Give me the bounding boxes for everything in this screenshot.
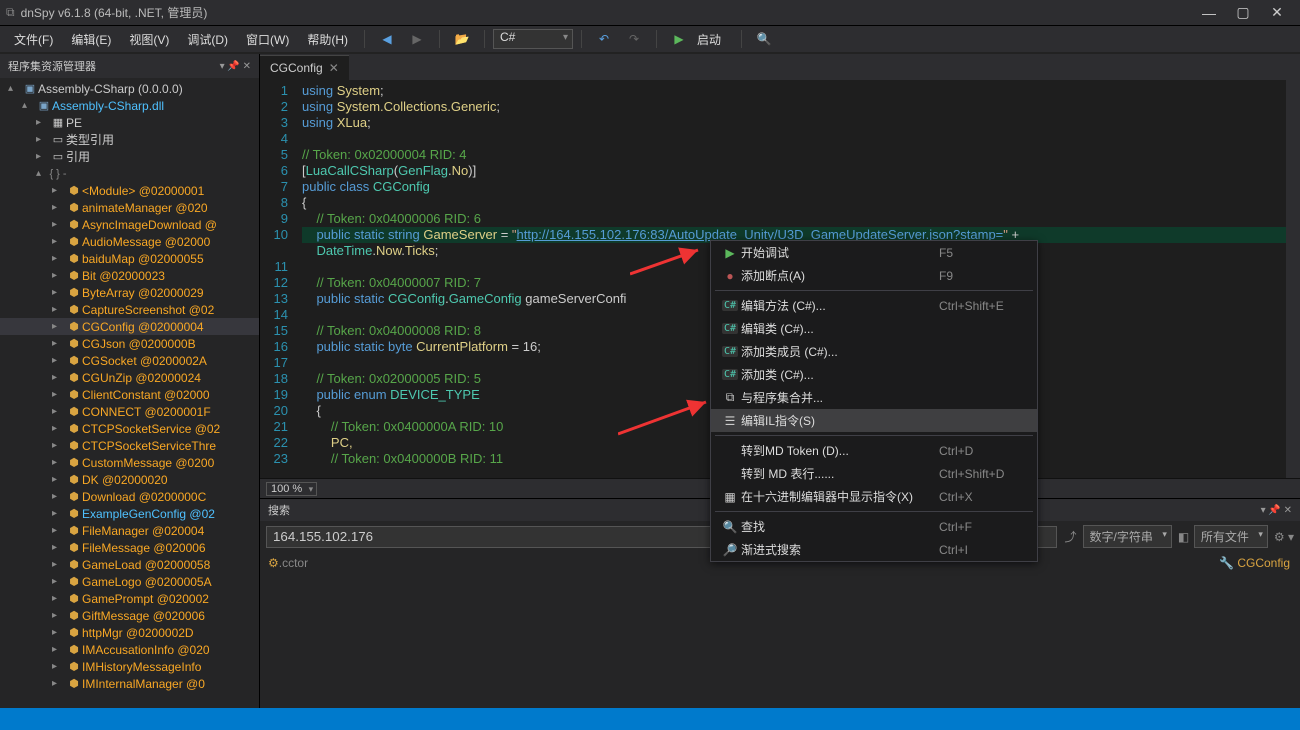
undo-icon[interactable]: ↶ xyxy=(594,29,614,49)
ctx-item[interactable]: 转到 MD 表行......Ctrl+Shift+D xyxy=(711,462,1037,485)
tab-close-icon[interactable]: ✕ xyxy=(329,61,339,75)
ctx-item[interactable]: ⧉与程序集合并... xyxy=(711,386,1037,409)
tree-class[interactable]: ▸⬢CGSocket @0200002A xyxy=(0,352,259,369)
editor-tabs: CGConfig ✕ xyxy=(260,54,1300,80)
play-icon[interactable]: ▶ xyxy=(669,29,689,49)
tree-dll[interactable]: Assembly-CSharp.dll xyxy=(52,99,164,113)
ctx-item[interactable]: 🔎渐进式搜索Ctrl+I xyxy=(711,538,1037,561)
search-scope-combo[interactable]: 所有文件 xyxy=(1194,525,1268,548)
statusbar xyxy=(0,708,1300,730)
menu-edit[interactable]: 编辑(E) xyxy=(63,28,119,51)
tree-class[interactable]: ▸⬢CTCPSocketServiceThre xyxy=(0,437,259,454)
tree-class[interactable]: ▸⬢GiftMessage @020006 xyxy=(0,607,259,624)
ctx-item[interactable]: ▦在十六进制编辑器中显示指令(X)Ctrl+X xyxy=(711,485,1037,508)
tree-class[interactable]: ▸⬢baiduMap @02000055 xyxy=(0,250,259,267)
app-title: dnSpy v6.1.8 (64-bit, .NET, 管理员) xyxy=(21,4,1192,21)
search-settings-icon[interactable]: ⚙ ▾ xyxy=(1274,530,1294,544)
context-menu[interactable]: ▶开始调试F5●添加断点(A)F9 C#编辑方法 (C#)...Ctrl+Shif… xyxy=(710,240,1038,562)
window-buttons: — ▢ ✕ xyxy=(1192,2,1294,24)
tree-class[interactable]: ▸⬢httpMgr @0200002D xyxy=(0,624,259,641)
tree-assembly[interactable]: Assembly-CSharp (0.0.0.0) xyxy=(38,82,183,96)
tree-class[interactable]: ▸⬢ByteArray @02000029 xyxy=(0,284,259,301)
tree-class[interactable]: ▸⬢IMHistoryMessageInfo xyxy=(0,658,259,675)
tree-class[interactable]: ▸⬢<Module> @02000001 xyxy=(0,182,259,199)
tree-class[interactable]: ▸⬢CustomMessage @0200 xyxy=(0,454,259,471)
gear-icon: ⚙ xyxy=(268,556,279,570)
ctx-item[interactable]: 转到MD Token (D)...Ctrl+D xyxy=(711,439,1037,462)
zoom-combo[interactable]: 100 % xyxy=(266,482,317,496)
minimize-button[interactable]: — xyxy=(1192,2,1226,24)
search-result-item[interactable]: .cctor xyxy=(279,556,308,570)
tab-label: CGConfig xyxy=(270,61,323,75)
tree-refs[interactable]: 引用 xyxy=(66,148,90,165)
ctx-item[interactable]: 🔍查找Ctrl+F xyxy=(711,515,1037,538)
titlebar: ⧉ dnSpy v6.1.8 (64-bit, .NET, 管理员) — ▢ ✕ xyxy=(0,0,1300,26)
tree-pe[interactable]: PE xyxy=(66,116,82,130)
tree-class[interactable]: ▸⬢ClientConstant @02000 xyxy=(0,386,259,403)
redo-icon[interactable]: ↷ xyxy=(624,29,644,49)
line-gutter: 1234567891011121314151617181920212223 xyxy=(260,80,296,478)
menu-window[interactable]: 窗口(W) xyxy=(238,28,297,51)
tree-class[interactable]: ▸⬢CGJson @0200000B xyxy=(0,335,259,352)
ctx-item[interactable]: ●添加断点(A)F9 xyxy=(711,264,1037,287)
menu-file[interactable]: 文件(F) xyxy=(6,28,61,51)
tree-class[interactable]: ▸⬢IMInternalManager @0 xyxy=(0,675,259,692)
sidebar-title: 程序集资源管理器 xyxy=(8,58,96,74)
sidebar-pin-icon[interactable]: ▾ 📌 ✕ xyxy=(220,61,251,72)
search-results[interactable]: ⚙.cctor 🔧 CGConfig xyxy=(260,552,1300,708)
tree-class[interactable]: ▸⬢AudioMessage @02000 xyxy=(0,233,259,250)
ctx-item[interactable]: C#添加类成员 (C#)... xyxy=(711,340,1037,363)
ctx-item[interactable]: ☰编辑IL指令(S) xyxy=(711,409,1037,432)
tree-namespace[interactable]: { } - xyxy=(50,168,66,180)
assembly-explorer: 程序集资源管理器 ▾ 📌 ✕ ▴▣Assembly-CSharp (0.0.0.… xyxy=(0,54,260,708)
nav-fwd-icon[interactable]: ▶ xyxy=(407,29,427,49)
menu-debug[interactable]: 调试(D) xyxy=(179,28,236,51)
tree-class[interactable]: ▸⬢DK @02000020 xyxy=(0,471,259,488)
tree-class[interactable]: ▸⬢CONNECT @0200001F xyxy=(0,403,259,420)
search-title: 搜索 xyxy=(268,502,290,518)
tree-class[interactable]: ▸⬢FileManager @020004 xyxy=(0,522,259,539)
tab-cgconfig[interactable]: CGConfig ✕ xyxy=(260,55,349,80)
search-tool-icon[interactable]: 🔍 xyxy=(754,29,774,49)
tree-class[interactable]: ▸⬢animateManager @020 xyxy=(0,199,259,216)
tree-class[interactable]: ▸⬢CGConfig @02000004 xyxy=(0,318,259,335)
editor-scrollbar[interactable] xyxy=(1286,80,1300,478)
ctx-item[interactable]: C#编辑类 (C#)... xyxy=(711,317,1037,340)
close-button[interactable]: ✕ xyxy=(1260,2,1294,24)
maximize-button[interactable]: ▢ xyxy=(1226,2,1260,24)
tree-class[interactable]: ▸⬢CGUnZip @02000024 xyxy=(0,369,259,386)
assembly-tree[interactable]: ▴▣Assembly-CSharp (0.0.0.0) ▴▣Assembly-C… xyxy=(0,78,259,708)
tree-class[interactable]: ▸⬢GameLoad @02000058 xyxy=(0,556,259,573)
tree-typeref[interactable]: 类型引用 xyxy=(66,131,114,148)
tree-class[interactable]: ▸⬢AsyncImageDownload @ xyxy=(0,216,259,233)
start-label[interactable]: 启动 xyxy=(695,28,733,51)
panel-pin-icon[interactable]: ▾ 📌 ✕ xyxy=(1261,505,1292,516)
tree-class[interactable]: ▸⬢GameLogo @0200005A xyxy=(0,573,259,590)
result-owner[interactable]: CGConfig xyxy=(1237,556,1290,570)
menu-help[interactable]: 帮助(H) xyxy=(299,28,356,51)
language-combo[interactable]: C# xyxy=(493,29,573,49)
app-icon: ⧉ xyxy=(6,5,15,20)
ctx-item[interactable]: C#编辑方法 (C#)...Ctrl+Shift+E xyxy=(711,294,1037,317)
sidebar-title-bar: 程序集资源管理器 ▾ 📌 ✕ xyxy=(0,54,259,78)
tree-class[interactable]: ▸⬢CTCPSocketService @02 xyxy=(0,420,259,437)
open-icon[interactable]: 📂 xyxy=(452,29,472,49)
tree-class[interactable]: ▸⬢CaptureScreenshot @02 xyxy=(0,301,259,318)
tree-class[interactable]: ▸⬢ExampleGenConfig @02 xyxy=(0,505,259,522)
ctx-item[interactable]: C#添加类 (C#)... xyxy=(711,363,1037,386)
tree-class[interactable]: ▸⬢IMAccusationInfo @020 xyxy=(0,641,259,658)
search-type-combo[interactable]: 数字/字符串 xyxy=(1083,525,1172,548)
ctx-item[interactable]: ▶开始调试F5 xyxy=(711,241,1037,264)
tree-class[interactable]: ▸⬢Bit @02000023 xyxy=(0,267,259,284)
tree-class[interactable]: ▸⬢FileMessage @020006 xyxy=(0,539,259,556)
menubar: 文件(F) 编辑(E) 视图(V) 调试(D) 窗口(W) 帮助(H) ◀ ▶ … xyxy=(0,26,1300,54)
menu-view[interactable]: 视图(V) xyxy=(121,28,177,51)
tree-class[interactable]: ▸⬢Download @0200000C xyxy=(0,488,259,505)
nav-back-icon[interactable]: ◀ xyxy=(377,29,397,49)
tree-class[interactable]: ▸⬢GamePrompt @020002 xyxy=(0,590,259,607)
